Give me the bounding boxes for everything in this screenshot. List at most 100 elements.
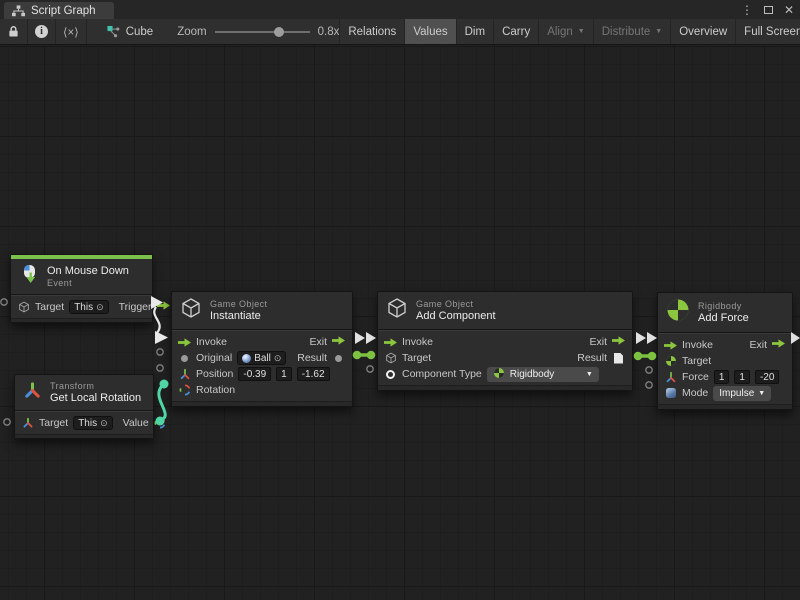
node-footer — [658, 404, 792, 409]
component-result-icon[interactable] — [614, 353, 623, 364]
zoom-label: Zoom — [177, 26, 206, 38]
values-button[interactable]: Values — [404, 19, 455, 44]
vector3-icon — [664, 371, 677, 383]
position-x-field[interactable]: -0.39 — [238, 367, 271, 381]
full-screen-button[interactable]: Full Screen — [735, 19, 800, 44]
node-category: Game Object — [210, 299, 267, 310]
breadcrumb-label: Cube — [126, 26, 154, 38]
lock-button[interactable] — [0, 19, 28, 44]
node-title: Instantiate — [210, 310, 267, 323]
code-view-button[interactable]: ⟨×⟩ — [56, 19, 87, 44]
input-port[interactable] — [181, 355, 188, 362]
port-label-position: Position — [196, 368, 233, 380]
port-label-original: Original — [196, 352, 232, 364]
caret-down-icon: ▼ — [655, 28, 662, 35]
flow-arrow-icon[interactable] — [178, 338, 191, 347]
node-category: Event — [47, 278, 129, 289]
caret-down-icon: ▼ — [586, 371, 593, 378]
node-add-force[interactable]: Rigidbody Add Force Invoke Exit Target — [657, 292, 793, 410]
zoom-value: 0.8x — [318, 26, 340, 38]
game-object-icon — [180, 297, 202, 324]
node-on-mouse-down[interactable]: On Mouse Down Event Target This ⊙ Trigge… — [10, 254, 153, 323]
enum-icon — [666, 388, 676, 398]
port-label-result: Result — [577, 352, 607, 364]
port-label-exit: Exit — [309, 336, 327, 348]
close-icon[interactable]: ✕ — [784, 3, 794, 17]
force-x-field[interactable]: 1 — [714, 370, 730, 384]
zoom-slider[interactable] — [215, 25, 310, 39]
node-title: Add Force — [698, 312, 749, 325]
node-add-component[interactable]: Game Object Add Component Invoke Exit Ta… — [377, 291, 633, 391]
object-picker-icon[interactable]: ⊙ — [96, 302, 104, 313]
inspect-button[interactable]: i — [28, 19, 56, 44]
object-picker-icon[interactable]: ⊙ — [274, 353, 282, 364]
tab-title: Script Graph — [31, 5, 96, 17]
force-y-field[interactable]: 1 — [734, 370, 750, 384]
transform-icon — [21, 417, 34, 429]
node-title: Add Component — [416, 310, 496, 323]
lock-icon — [7, 25, 20, 38]
node-category: Rigidbody — [698, 301, 749, 312]
node-footer — [378, 385, 632, 390]
port-label-target: Target — [39, 417, 68, 429]
game-object-icon — [17, 301, 30, 313]
code-icon: ⟨×⟩ — [63, 25, 79, 39]
graph-toolbar: i ⟨×⟩ Cube Zoom 0.8x Relations Values Di… — [0, 19, 800, 45]
node-category: Game Object — [416, 299, 496, 310]
rigidbody-icon — [664, 355, 677, 367]
prefab-icon — [242, 354, 251, 363]
original-value-chip[interactable]: Ball ⊙ — [237, 351, 286, 365]
target-value-chip[interactable]: This ⊙ — [69, 300, 108, 314]
flow-arrow-icon[interactable] — [332, 336, 345, 348]
mouse-down-icon — [19, 264, 39, 289]
object-picker-icon[interactable]: ⊙ — [100, 418, 108, 429]
vector3-icon — [178, 368, 191, 380]
flow-arrow-icon[interactable] — [664, 341, 677, 350]
zoom-slider-track — [215, 31, 310, 33]
distribute-button[interactable]: Distribute▼ — [593, 19, 671, 44]
flow-arrow-icon[interactable] — [772, 339, 785, 351]
port-label-invoke: Invoke — [682, 339, 713, 351]
port-label-mode: Mode — [682, 387, 708, 399]
rigidbody-icon — [493, 367, 505, 382]
node-title: On Mouse Down — [47, 265, 129, 278]
type-port[interactable] — [386, 370, 395, 379]
transform-icon — [23, 381, 42, 405]
breadcrumb[interactable]: Cube — [97, 19, 164, 44]
script-graph-window: Script Graph ⋮ ✕ i ⟨×⟩ Cube Zoom — [0, 0, 800, 600]
info-icon: i — [35, 25, 48, 38]
flow-arrow-icon[interactable] — [384, 338, 397, 347]
force-mode-dropdown[interactable]: Impulse ▼ — [713, 386, 771, 401]
overview-button[interactable]: Overview — [670, 19, 735, 44]
position-z-field[interactable]: -1.62 — [297, 367, 330, 381]
rotation-type-icon[interactable] — [154, 417, 167, 429]
dim-button[interactable]: Dim — [456, 19, 493, 44]
node-instantiate[interactable]: Game Object Instantiate Invoke Exit Orig… — [171, 291, 353, 407]
port-label-component-type: Component Type — [402, 368, 482, 380]
port-label-value: Value — [123, 417, 149, 429]
force-z-field[interactable]: -20 — [755, 370, 779, 384]
position-y-field[interactable]: 1 — [276, 367, 292, 381]
relations-button[interactable]: Relations — [339, 19, 404, 44]
flow-arrow-icon[interactable] — [612, 336, 625, 348]
port-label-result: Result — [297, 352, 327, 364]
tab-script-graph[interactable]: Script Graph — [4, 2, 114, 19]
game-object-icon — [384, 352, 397, 364]
zoom-control: Zoom 0.8x — [177, 19, 339, 44]
zoom-slider-handle[interactable] — [274, 27, 284, 37]
node-footer — [15, 434, 153, 438]
titlebar: Script Graph ⋮ ✕ — [0, 0, 800, 19]
node-footer — [172, 401, 352, 406]
node-get-local-rotation[interactable]: Transform Get Local Rotation Target This… — [14, 374, 154, 439]
flow-arrow-icon[interactable] — [157, 301, 170, 313]
component-type-dropdown[interactable]: Rigidbody ▼ — [487, 367, 599, 382]
port-label-trigger: Trigger — [119, 301, 152, 313]
carry-button[interactable]: Carry — [493, 19, 538, 44]
align-button[interactable]: Align▼ — [538, 19, 593, 44]
maximize-icon[interactable] — [764, 6, 773, 14]
target-value-chip[interactable]: This ⊙ — [73, 416, 112, 430]
output-port[interactable] — [335, 355, 342, 362]
window-menu-icon[interactable]: ⋮ — [741, 3, 753, 17]
rotation-type-icon — [178, 384, 191, 396]
port-label-target: Target — [682, 355, 711, 367]
